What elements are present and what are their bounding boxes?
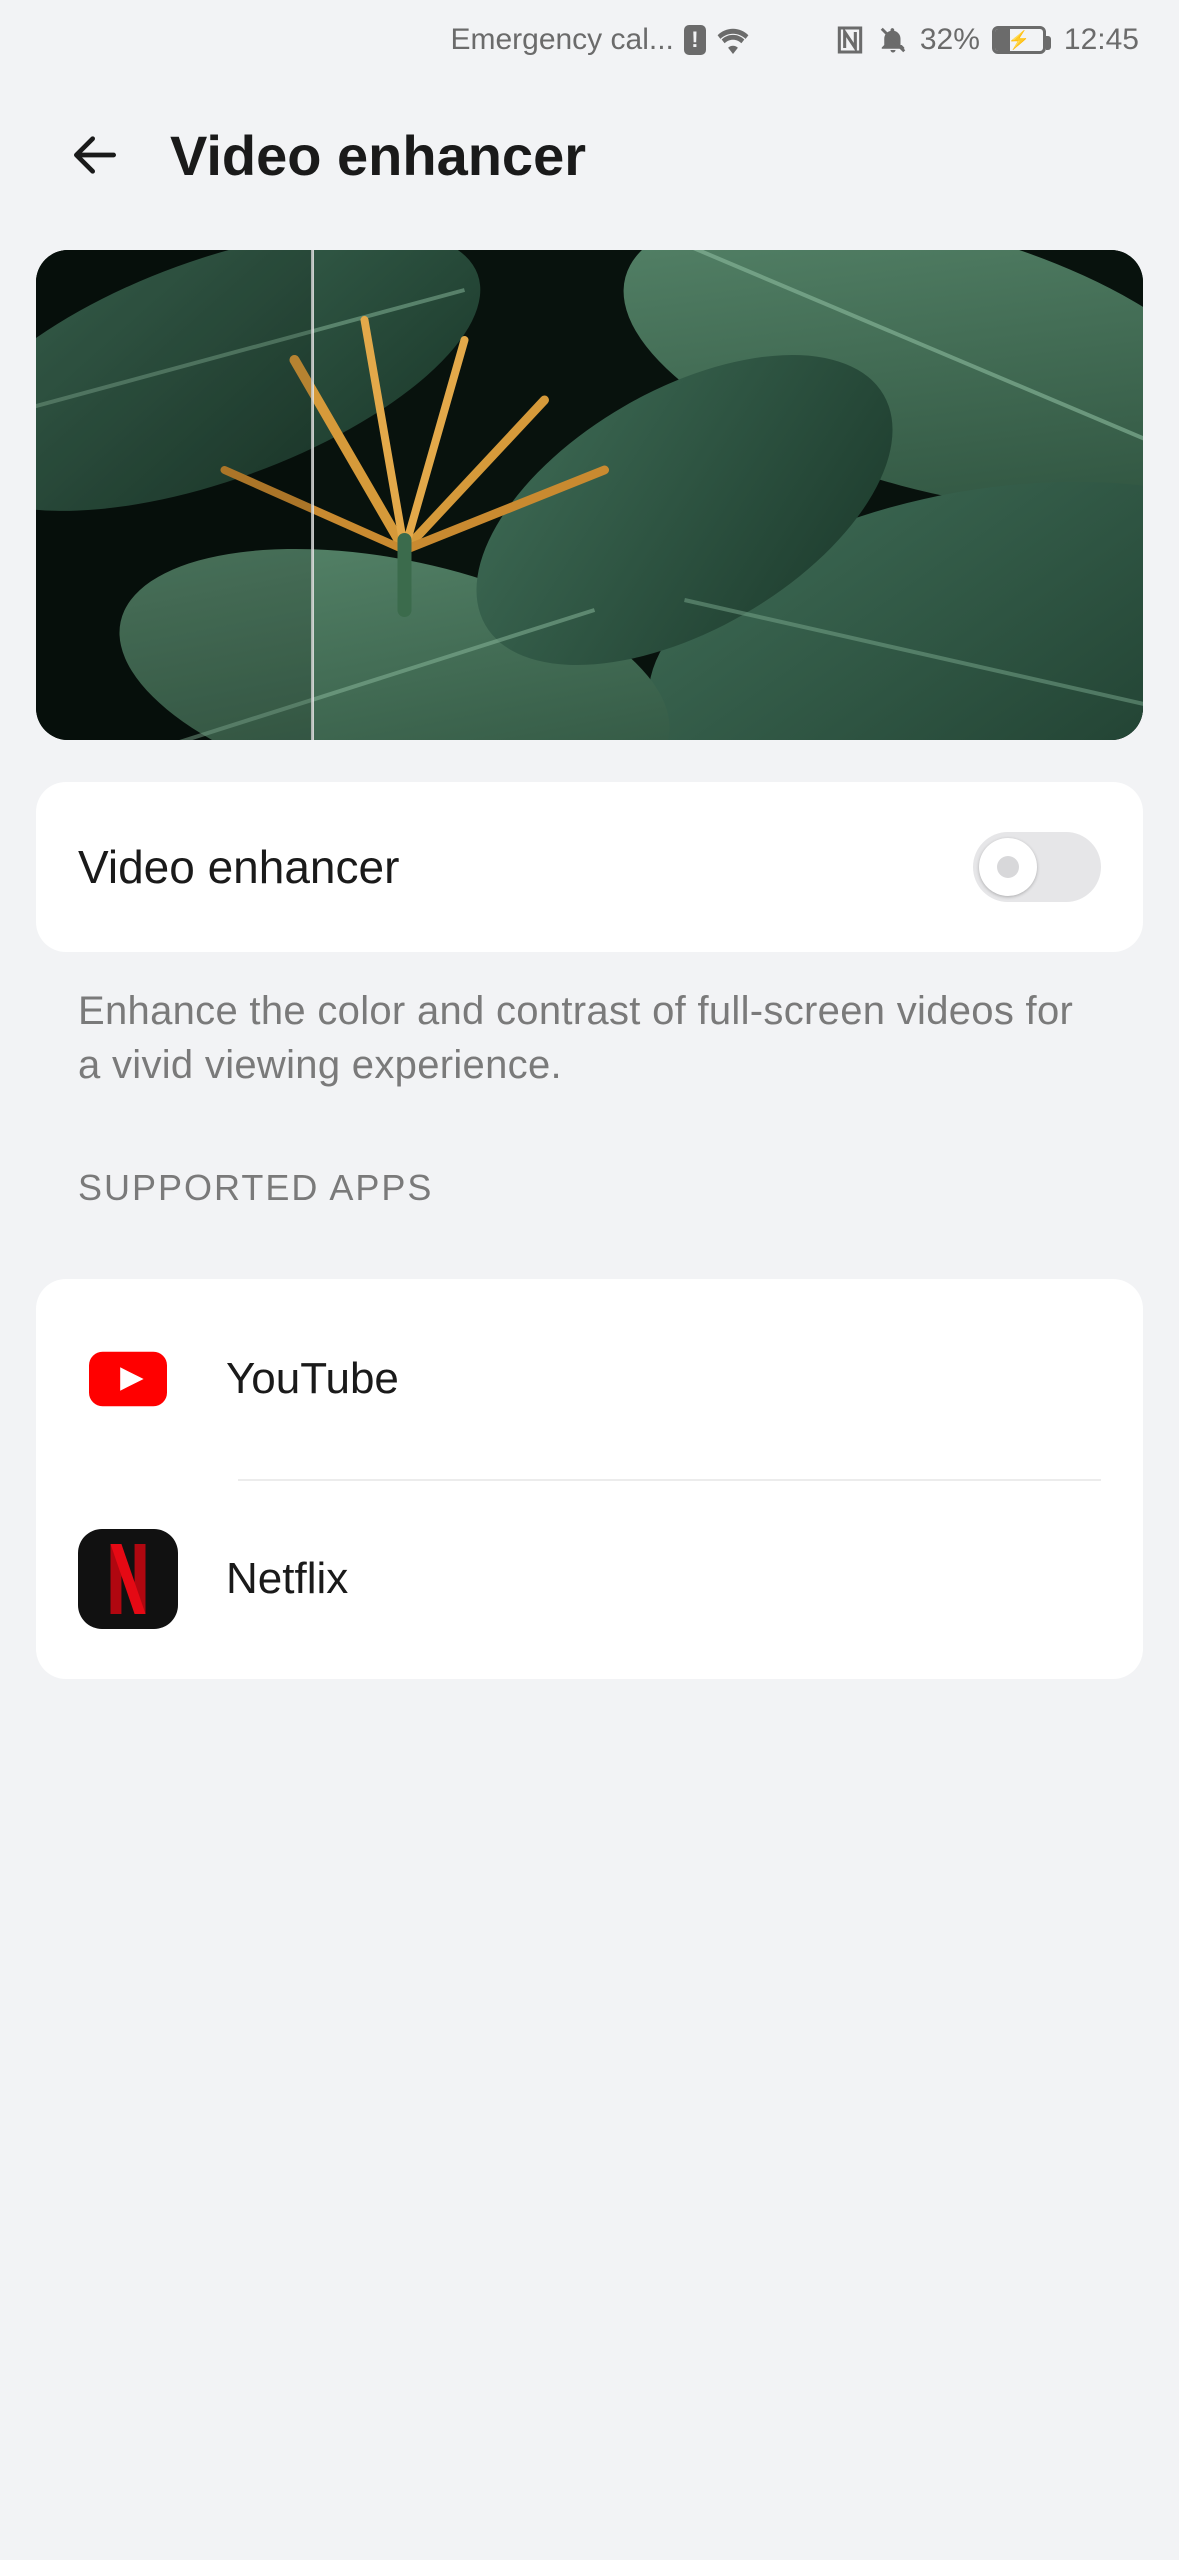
status-left-group: Emergency cal... ! <box>40 23 750 57</box>
status-bar: Emergency cal... ! 32% ⚡ 12:45 <box>0 0 1179 80</box>
status-right-group: 32% ⚡ 12:45 <box>834 23 1139 57</box>
battery-percent-text: 32% <box>920 23 980 57</box>
video-enhancer-toggle-row[interactable]: Video enhancer <box>78 782 1101 952</box>
setting-description: Enhance the color and contrast of full-s… <box>36 952 1143 1092</box>
switch-knob-icon <box>979 838 1037 896</box>
toggle-label: Video enhancer <box>78 840 399 894</box>
page-header: Video enhancer <box>0 80 1179 250</box>
back-button[interactable] <box>60 120 130 190</box>
arrow-left-icon <box>67 127 123 183</box>
app-name: YouTube <box>226 1354 399 1404</box>
supported-apps-list: YouTube Netflix <box>36 1279 1143 1679</box>
app-name: Netflix <box>226 1554 348 1604</box>
wifi-icon <box>716 26 750 54</box>
sim-alert-icon: ! <box>684 25 706 55</box>
notifications-off-icon <box>878 25 908 55</box>
page-title: Video enhancer <box>170 123 586 188</box>
clock-text: 12:45 <box>1064 23 1139 57</box>
netflix-icon <box>78 1529 178 1629</box>
app-row-youtube[interactable]: YouTube <box>78 1279 1101 1479</box>
app-row-netflix[interactable]: Netflix <box>78 1479 1101 1679</box>
carrier-text: Emergency cal... <box>450 23 673 57</box>
preview-image <box>36 250 1143 740</box>
toggle-card: Video enhancer <box>36 782 1143 952</box>
battery-icon: ⚡ <box>992 26 1046 54</box>
video-enhancer-switch[interactable] <box>973 832 1101 902</box>
nfc-icon <box>834 24 866 56</box>
supported-apps-header: SUPPORTED APPS <box>36 1092 1143 1237</box>
youtube-icon <box>78 1329 178 1429</box>
